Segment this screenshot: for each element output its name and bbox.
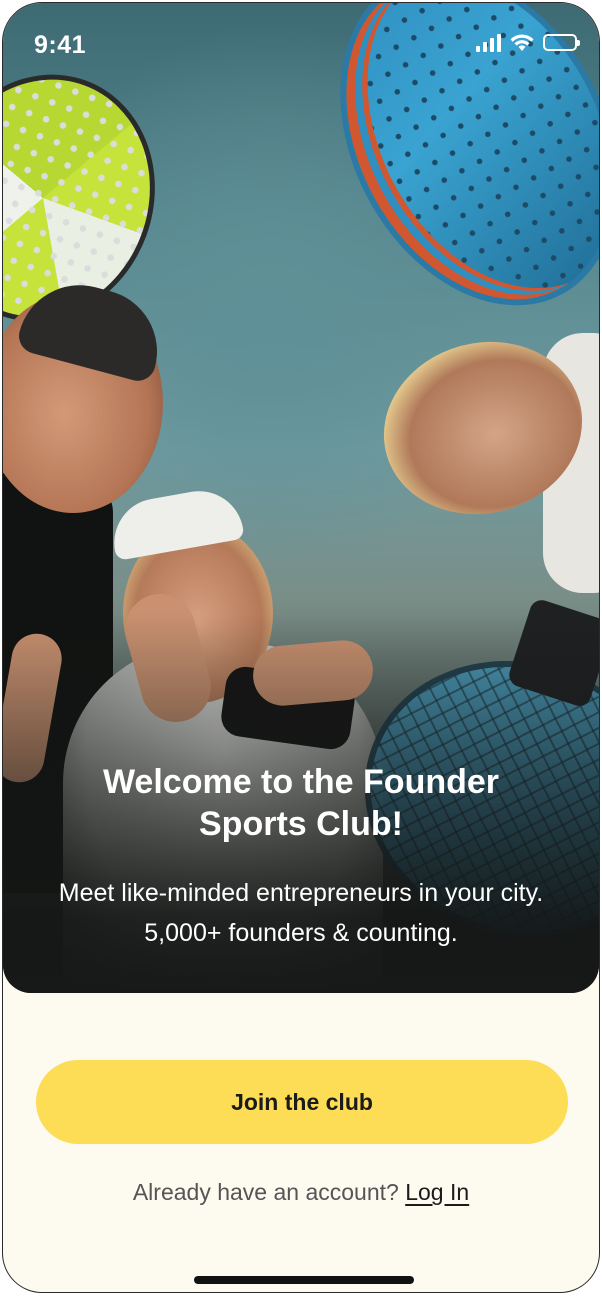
login-link[interactable]: Log In: [405, 1179, 469, 1205]
welcome-title: Welcome to the Founder Sports Club!: [102, 763, 500, 843]
hero-image: Welcome to the Founder Sports Club! Meet…: [3, 3, 599, 993]
status-bar: 9:41: [3, 3, 599, 83]
login-prompt-row: Already have an account? Log In: [3, 1179, 599, 1206]
status-icons: [476, 33, 580, 52]
home-indicator[interactable]: [194, 1276, 414, 1284]
signal-icon: [476, 33, 501, 52]
join-club-button[interactable]: Join the club: [36, 1060, 568, 1144]
status-time: 9:41: [34, 31, 87, 59]
hero-text: Welcome to the Founder Sports Club! Meet…: [3, 761, 599, 953]
battery-icon: [543, 34, 580, 51]
phone-frame: Welcome to the Founder Sports Club! Meet…: [2, 2, 600, 1293]
wifi-icon: [510, 34, 534, 51]
login-prompt-text: Already have an account?: [132, 1179, 399, 1205]
welcome-subtitle: Meet like-minded entrepreneurs in your c…: [58, 879, 544, 947]
